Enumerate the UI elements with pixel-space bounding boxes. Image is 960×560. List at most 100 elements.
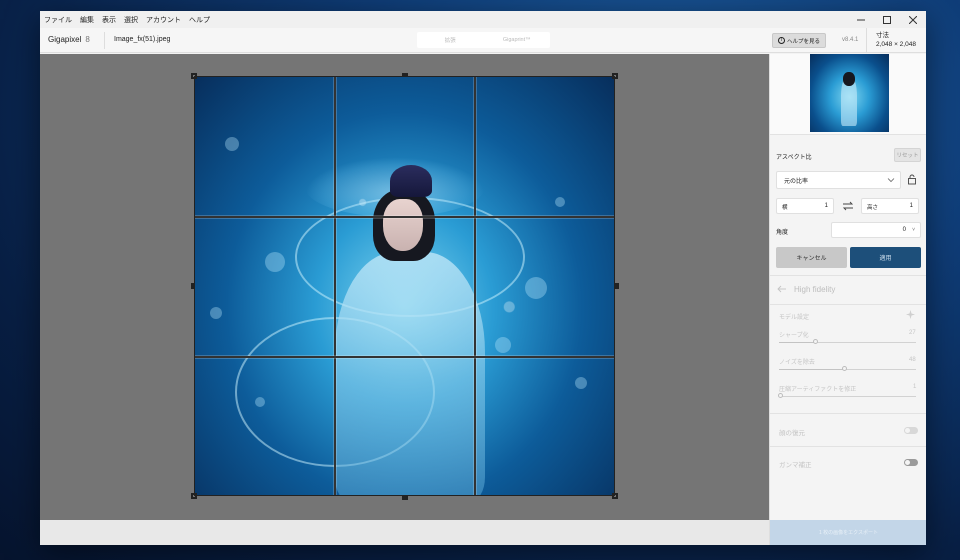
crop-grid-line: [195, 216, 614, 218]
export-button[interactable]: 1 枚の画像をエクスポート: [770, 520, 926, 545]
crop-handle-top-right[interactable]: [612, 73, 618, 79]
thumbnail-head: [843, 72, 855, 86]
app-name: Gigapixel: [48, 35, 82, 44]
denoise-label: ノイズを除去: [779, 360, 815, 366]
gamma-correction-toggle[interactable]: [904, 459, 918, 466]
crop-handle-top[interactable]: [402, 73, 408, 77]
cancel-button[interactable]: キャンセル: [776, 247, 847, 268]
gamma-correction-label: ガンマ補正: [779, 462, 812, 469]
close-icon: [909, 15, 917, 24]
width-ratio-field[interactable]: 横 1: [776, 198, 834, 214]
tab-gigaprint[interactable]: Gigaprint™: [484, 32, 551, 48]
crop-handle-bottom[interactable]: [402, 496, 408, 500]
maximize-button[interactable]: [874, 11, 900, 28]
angle-field[interactable]: 0 ˅: [831, 222, 921, 238]
menu-file[interactable]: ファイル: [40, 15, 76, 25]
height-ratio-label: 高さ: [867, 205, 879, 211]
help-label: ヘルプを見る: [786, 38, 820, 45]
sparkle-icon[interactable]: [906, 310, 915, 319]
crop-handle-bottom-right[interactable]: [612, 493, 618, 499]
denoise-slider-fill: [779, 369, 845, 370]
minimize-button[interactable]: [848, 11, 874, 28]
maximize-icon: [883, 15, 891, 24]
mode-switch: 拡張 Gigaprint™: [417, 32, 550, 48]
menu-edit[interactable]: 編集: [76, 15, 98, 25]
aspect-ratio-select[interactable]: 元の比率: [776, 171, 901, 189]
export-label: 1 枚の画像をエクスポート: [818, 530, 879, 536]
crop-handle-bottom-left[interactable]: [191, 493, 197, 499]
image-bokeh: [225, 137, 239, 151]
swap-icon[interactable]: [842, 201, 854, 211]
close-button[interactable]: [900, 11, 926, 28]
lock-icon[interactable]: [907, 174, 917, 185]
toolbar-divider: [866, 28, 867, 53]
hat-crown: [390, 165, 432, 197]
image-bokeh: [555, 197, 565, 207]
artifact-value: 1: [913, 384, 917, 390]
height-ratio-field[interactable]: 高さ 1: [861, 198, 919, 214]
angle-value: 0: [902, 227, 906, 233]
figure-face: [383, 199, 423, 251]
crop-handle-right[interactable]: [615, 283, 619, 289]
sharpen-slider-fill: [779, 342, 816, 343]
image-bokeh: [210, 307, 222, 319]
dimensions-label: 寸法: [876, 32, 889, 39]
menu-view[interactable]: 表示: [98, 15, 120, 25]
figure-dress: [335, 252, 485, 495]
menu-account[interactable]: アカウント: [142, 15, 185, 25]
info-icon: i: [777, 37, 785, 44]
section-divider: [770, 446, 926, 447]
crop-handle-top-left[interactable]: [191, 73, 197, 79]
section-divider: [770, 275, 926, 276]
section-divider: [770, 413, 926, 414]
arrow-left-icon[interactable]: [777, 285, 787, 293]
image-bokeh: [495, 337, 511, 353]
model-settings-label: モデル設定: [779, 315, 810, 321]
artifact-slider-knob[interactable]: [777, 393, 783, 398]
section-divider: [770, 304, 926, 305]
preview-area: [770, 54, 926, 135]
app-window: ファイル 編集 表示 選択 アカウント ヘルプ Gigapixel 8 Image…: [40, 11, 926, 545]
sharpen-label: シャープ化: [779, 333, 809, 339]
image-dimensions: 寸法 2,048 × 2,048: [876, 31, 916, 49]
face-recovery-toggle[interactable]: [904, 427, 918, 434]
width-ratio-value: 1: [824, 203, 828, 209]
aspect-ratio-value: 元の比率: [784, 178, 809, 185]
artifact-label: 圧縮アーティファクトを修正: [779, 387, 857, 393]
apply-button[interactable]: 適用: [850, 247, 921, 268]
width-ratio-label: 横: [782, 205, 788, 211]
help-button[interactable]: i ヘルプを見る: [772, 33, 826, 48]
image-bokeh: [265, 252, 285, 272]
crop-grid-line: [334, 77, 336, 495]
reset-button[interactable]: リセット: [894, 148, 921, 162]
menu-select[interactable]: 選択: [120, 15, 142, 25]
tab-enhance[interactable]: 拡張: [417, 32, 484, 48]
toggle-knob: [905, 460, 910, 465]
minimize-icon: [857, 19, 865, 20]
crop-grid-line: [474, 77, 476, 495]
menu-help[interactable]: ヘルプ: [185, 15, 214, 25]
image-bokeh: [575, 377, 587, 389]
denoise-slider-knob[interactable]: [842, 366, 848, 371]
preview-thumbnail[interactable]: [810, 54, 889, 132]
sharpen-slider-knob[interactable]: [813, 339, 819, 344]
height-ratio-value: 1: [909, 203, 913, 209]
image-bokeh: [525, 277, 547, 299]
crop-handle-left[interactable]: [191, 283, 195, 289]
app-brand: Gigapixel 8: [48, 35, 90, 44]
image-canvas[interactable]: [40, 54, 769, 520]
crop-image[interactable]: [194, 76, 615, 496]
artifact-slider-track[interactable]: [779, 396, 916, 397]
toggle-knob: [905, 428, 910, 433]
denoise-value: 48: [909, 357, 916, 363]
aspect-ratio-label: アスペクト比: [776, 155, 812, 161]
app-major-version: 8: [85, 35, 90, 44]
app-version: v8.4.1: [842, 37, 859, 43]
side-panel: アスペクト比 リセット 元の比率 横 1 高さ 1 角度 0 ˅ キャンセル 適…: [769, 54, 926, 545]
dimensions-value: 2,048 × 2,048: [876, 41, 916, 48]
canvas-bottom-bar: [40, 520, 769, 545]
angle-caret-icon: ˅: [912, 227, 915, 233]
angle-label: 角度: [776, 230, 789, 236]
chevron-down-icon: [887, 178, 895, 183]
toolbar-divider: [104, 32, 105, 49]
